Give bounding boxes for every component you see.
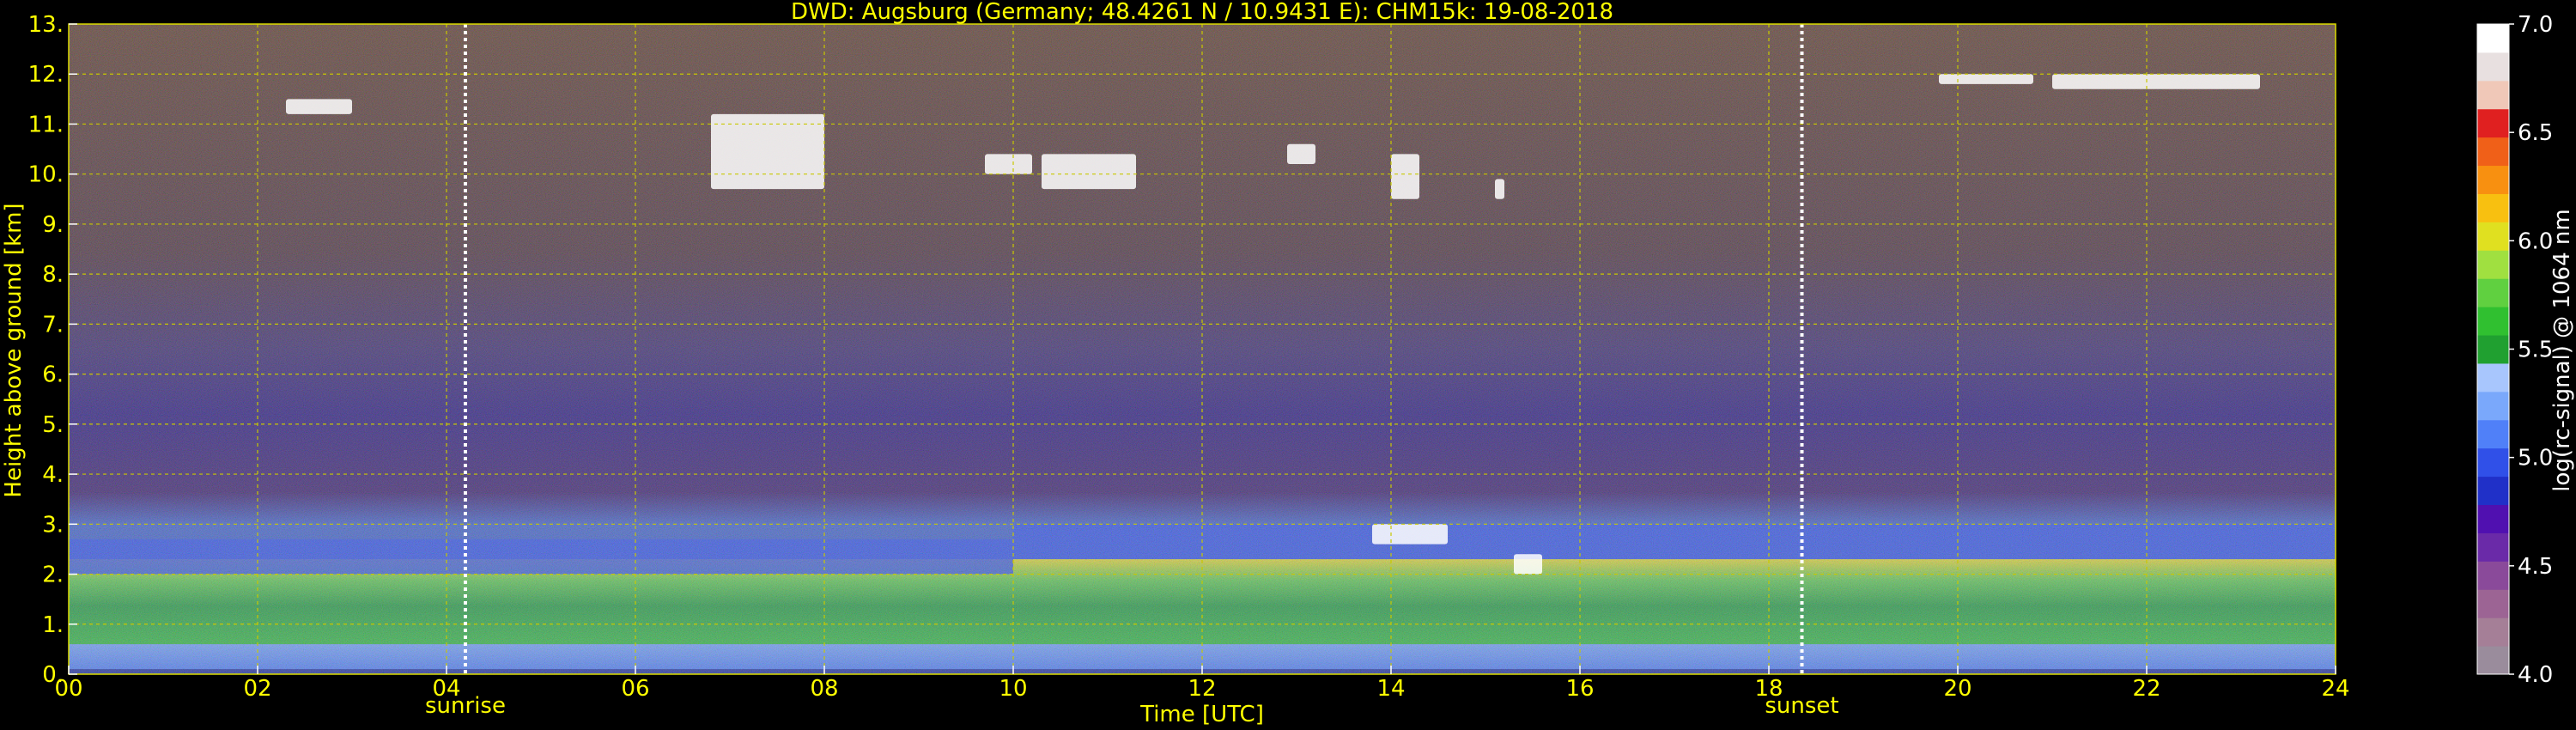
x-axis-label: Time [UTC] [1139,702,1264,727]
x-tick-label-10: 20 [1943,676,1971,702]
cloud-0 [286,99,352,114]
x-tick-label-12: 24 [2321,676,2349,702]
x-tick-label-6: 12 [1188,676,1216,702]
cloud-5 [1391,154,1419,199]
cloud-3 [1042,154,1136,190]
y-axis-label: Height above ground [km] [1,203,27,497]
x-tick-label-8: 16 [1565,676,1594,702]
y-tick-label-7: 7. [42,312,64,338]
chart-title: DWD: Augsburg (Germany; 48.4261 N / 10.9… [791,0,1613,25]
colorbar-tick-label-4: 6.0 [2518,228,2553,254]
colorbar-segment-20 [2477,80,2509,110]
colorbar-segment-8 [2477,419,2509,449]
colorbar-tick-label-2: 5.0 [2518,446,2553,471]
x-tick-label-9: 18 [1754,676,1783,702]
colorbar-tick-label-3: 5.5 [2518,338,2553,363]
colorbar-segment-10 [2477,362,2509,392]
colorbar-tick-label-1: 4.5 [2518,554,2553,580]
colorbar-segment-0 [2477,646,2509,675]
cloud-2 [985,154,1032,174]
y-tick-label-13: 13. [28,12,64,38]
x-tick-label-4: 08 [810,676,838,702]
y-tick-label-6: 6. [42,362,64,388]
x-tick-label-5: 10 [999,676,1027,702]
cloud-10 [1514,554,1542,575]
cloud-7 [1939,74,2033,84]
cloud-9 [1372,524,1448,544]
y-tick-label-0: 0. [42,662,64,688]
x-tick-label-3: 06 [621,676,649,702]
colorbar-segment-11 [2477,335,2509,364]
y-tick-label-10: 10. [28,162,64,188]
colorbar-segment-22 [2477,24,2509,53]
chart-svg: sunrise sunset 00 02 04 06 08 10 12 14 16 18 20 22 24… [1,0,2575,727]
y-tick-label-1: 1. [42,612,64,638]
colorbar-segment-18 [2477,137,2509,167]
x-tick-label-7: 14 [1376,676,1405,702]
colorbar-segment-4 [2477,532,2509,562]
colorbar-segment-14 [2477,250,2509,279]
colorbar-segment-9 [2477,391,2509,421]
colorbar-segment-13 [2477,278,2509,307]
cloud-8 [2052,74,2260,89]
colorbar-label: log(rc-signal) @ 1064 nm [2549,209,2575,491]
colorbar-segment-2 [2477,589,2509,618]
colorbar-segment-19 [2477,108,2509,138]
cloud-4 [1287,143,1315,165]
colorbar-segment-1 [2477,617,2509,647]
y-tick-label-9: 9. [42,212,64,238]
cloud-1 [711,113,824,190]
cloud-6 [1495,179,1504,199]
colorbar-segment-16 [2477,193,2509,222]
colorbar-segment-15 [2477,222,2509,251]
y-tick-label-3: 3. [42,512,64,538]
colorbar-tick-label-5: 6.5 [2518,120,2553,146]
colorbar-tick-label-6: 7.0 [2518,12,2553,38]
colorbar-segment-21 [2477,52,2509,82]
colorbar [2476,23,2510,675]
colorbar-tick-label-0: 4.0 [2518,662,2553,688]
colorbar-segment-12 [2477,307,2509,336]
colorbar-segment-3 [2477,561,2509,590]
ceilometer-chart: sunrise sunset 00 02 04 06 08 10 12 14 16 18 20 22 24… [0,0,2576,730]
x-tick-label-2: 04 [432,676,460,702]
y-tick-label-12: 12. [28,62,64,88]
y-tick-label-5: 5. [42,412,64,438]
colorbar-ticks: 4.0 4.5 5.0 5.5 6.0 6.5 7.0 [2509,12,2553,688]
y-tick-label-2: 2. [42,563,64,588]
x-tick-label-11: 22 [2132,676,2160,702]
colorbar-segment-6 [2477,476,2509,506]
colorbar-segment-17 [2477,165,2509,194]
y-tick-label-11: 11. [28,112,64,137]
x-tick-label-1: 02 [243,676,271,702]
colorbar-segment-7 [2477,447,2509,478]
y-tick-label-8: 8. [42,262,64,288]
colorbar-segment-5 [2477,504,2509,533]
y-tick-label-4: 4. [42,462,64,488]
